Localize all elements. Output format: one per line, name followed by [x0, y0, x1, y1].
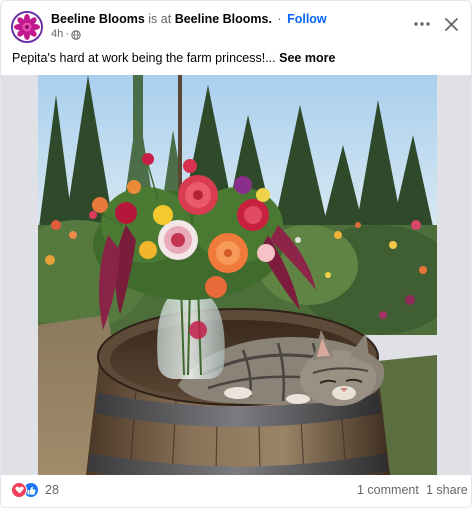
- dahlia-flower-avatar-icon: [13, 13, 41, 41]
- post-meta: 4h ·: [51, 28, 81, 41]
- author-name[interactable]: Beeline Blooms: [51, 12, 145, 26]
- caption-text: Pepita's hard at work being the farm pri…: [12, 51, 276, 65]
- post-title-line: Beeline Blooms is at Beeline Blooms. · F…: [51, 12, 327, 27]
- globe-icon: [71, 29, 81, 40]
- reactions-summary[interactable]: 28: [11, 482, 59, 498]
- post-timestamp[interactable]: 4h: [51, 28, 63, 41]
- meta-separator: ·: [65, 28, 69, 40]
- reaction-count: 28: [45, 483, 59, 497]
- close-icon: [444, 17, 458, 31]
- post-photo[interactable]: [38, 75, 437, 475]
- see-more-link[interactable]: See more: [279, 51, 335, 65]
- more-options-icon: [414, 22, 430, 26]
- comments-link[interactable]: 1 comment: [357, 483, 419, 497]
- cat-on-barrel-photo: [38, 75, 437, 475]
- follow-button[interactable]: Follow: [287, 12, 327, 26]
- is-at-text: is at: [148, 12, 172, 26]
- page-avatar[interactable]: [11, 11, 43, 43]
- post-footer: 28 1 comment 1 share: [1, 475, 471, 505]
- shares-link[interactable]: 1 share: [426, 483, 468, 497]
- post-caption: Pepita's hard at work being the farm pri…: [12, 50, 462, 66]
- location-name[interactable]: Beeline Blooms.: [175, 12, 272, 26]
- feed-post: Beeline Blooms is at Beeline Blooms. · F…: [0, 0, 472, 508]
- love-reaction-icon: [11, 482, 27, 498]
- close-button[interactable]: [438, 11, 464, 37]
- post-header: Beeline Blooms is at Beeline Blooms. · F…: [1, 1, 471, 47]
- separator-dot: ·: [277, 12, 282, 26]
- more-options-button[interactable]: [409, 11, 435, 37]
